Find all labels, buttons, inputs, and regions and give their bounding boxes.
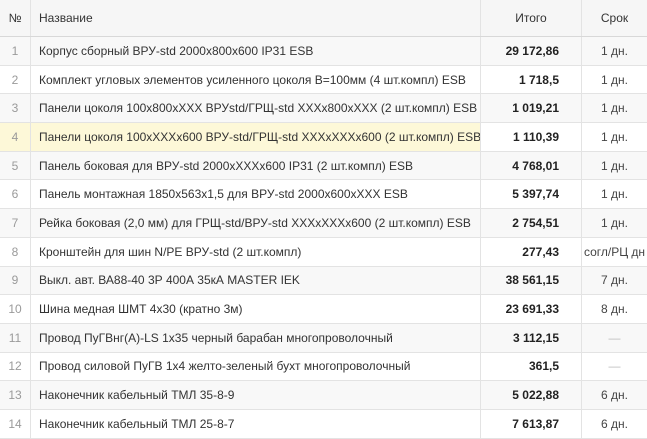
row-total: 277,43 bbox=[481, 237, 582, 266]
row-name: Панели цоколя 100х800хXXX ВРУstd/ГРЩ-std… bbox=[31, 94, 481, 123]
header-num[interactable]: № bbox=[0, 0, 31, 36]
table-row[interactable]: 13 Наконечник кабельный ТМЛ 35-8-9 5 022,8… bbox=[0, 381, 647, 410]
row-term: — bbox=[608, 359, 621, 374]
table-row[interactable]: 12 Провод силовой ПуГВ 1х4 желто-зеленый … bbox=[0, 352, 647, 382]
row-name: Комплект угловых элементов усиленного цо… bbox=[31, 65, 481, 94]
table-row[interactable]: 1 Корпус сборный ВРУ-std 2000х800х600 IP3… bbox=[0, 37, 647, 66]
row-name: Кронштейн для шин N/PE ВРУ-std (2 шт.ком… bbox=[31, 237, 481, 266]
row-term: согл/РЦ дн bbox=[583, 244, 646, 259]
row-name: Провод силовой ПуГВ 1х4 желто-зеленый бу… bbox=[31, 352, 481, 381]
table-row[interactable]: 4 Панели цоколя 100хXXXх600 ВРУ-std/ГРЩ-s… bbox=[0, 123, 647, 152]
row-total: 1 718,5 bbox=[481, 65, 582, 94]
table-row[interactable]: 7 Рейка боковая (2,0 мм) для ГРЩ-std/ВРУ-… bbox=[0, 209, 647, 238]
table-row[interactable]: 6 Панель монтажная 1850х563х1,5 для ВРУ-s… bbox=[0, 180, 647, 210]
row-number: 7 bbox=[0, 209, 31, 237]
row-total: 3 112,15 bbox=[481, 323, 582, 352]
row-term: 1 дн. bbox=[601, 43, 628, 58]
row-total: 1 110,39 bbox=[481, 123, 582, 151]
row-total: 29 172,86 bbox=[481, 37, 582, 65]
row-number: 9 bbox=[0, 266, 31, 295]
row-term: 1 дн. bbox=[601, 187, 628, 202]
row-number: 5 bbox=[0, 151, 31, 180]
row-number: 12 bbox=[0, 352, 31, 381]
row-total: 2 754,51 bbox=[481, 209, 582, 237]
row-name: Выкл. авт. ВА88-40 3Р 400А 35кА MASTER I… bbox=[31, 266, 481, 295]
row-term: 6 дн. bbox=[601, 388, 628, 403]
table-row[interactable]: 8 Кронштейн для шин N/PE ВРУ-std (2 шт.ко… bbox=[0, 237, 647, 267]
row-term: 7 дн. bbox=[601, 273, 628, 288]
row-term: 1 дн. bbox=[601, 158, 628, 173]
row-number: 11 bbox=[0, 323, 31, 352]
table-header: № Название Итого Срок bbox=[0, 0, 647, 37]
header-total[interactable]: Итого bbox=[481, 0, 582, 36]
row-number: 10 bbox=[0, 295, 31, 323]
row-term: 1 дн. bbox=[601, 72, 628, 87]
row-name: Провод ПуГВнг(А)-LS 1х35 черный барабан … bbox=[31, 323, 481, 352]
row-term: 6 дн. bbox=[601, 416, 628, 431]
row-name: Рейка боковая (2,0 мм) для ГРЩ-std/ВРУ-s… bbox=[31, 209, 481, 237]
row-total: 361,5 bbox=[481, 352, 582, 381]
row-number: 14 bbox=[0, 409, 31, 438]
row-name: Корпус сборный ВРУ-std 2000х800х600 IP31… bbox=[31, 37, 481, 65]
row-name: Панели цоколя 100хXXXх600 ВРУ-std/ГРЩ-st… bbox=[31, 123, 481, 151]
row-term: 1 дн. bbox=[601, 215, 628, 230]
row-name: Наконечник кабельный ТМЛ 35-8-9 bbox=[31, 381, 481, 409]
items-table: № Название Итого Срок 1 Корпус сборный ВР… bbox=[0, 0, 647, 439]
row-number: 8 bbox=[0, 237, 31, 266]
header-name[interactable]: Название bbox=[31, 0, 481, 36]
table-row[interactable]: 10 Шина медная ШМТ 4х30 (кратно 3м) 23 691… bbox=[0, 295, 647, 324]
row-term: 8 дн. bbox=[601, 302, 628, 317]
row-number: 13 bbox=[0, 381, 31, 409]
row-total: 5 397,74 bbox=[481, 180, 582, 209]
row-number: 1 bbox=[0, 37, 31, 65]
header-term[interactable]: Срок bbox=[582, 0, 647, 36]
row-name: Наконечник кабельный ТМЛ 25-8-7 bbox=[31, 409, 481, 438]
row-name: Шина медная ШМТ 4х30 (кратно 3м) bbox=[31, 295, 481, 323]
row-total: 23 691,33 bbox=[481, 295, 582, 323]
row-total: 1 019,21 bbox=[481, 94, 582, 123]
table-row[interactable]: 14 Наконечник кабельный ТМЛ 25-8-7 7 613,8… bbox=[0, 409, 647, 439]
row-term: 1 дн. bbox=[601, 101, 628, 116]
row-name: Панель боковая для ВРУ-std 2000хXXXх600 … bbox=[31, 151, 481, 180]
row-total: 38 561,15 bbox=[481, 266, 582, 295]
row-total: 5 022,88 bbox=[481, 381, 582, 409]
row-total: 7 613,87 bbox=[481, 409, 582, 438]
table-row[interactable]: 3 Панели цоколя 100х800хXXX ВРУstd/ГРЩ-st… bbox=[0, 94, 647, 124]
row-term: 1 дн. bbox=[601, 129, 628, 144]
row-term: — bbox=[608, 330, 621, 345]
row-total: 4 768,01 bbox=[481, 151, 582, 180]
table-row[interactable]: 11 Провод ПуГВнг(А)-LS 1х35 черный бараба… bbox=[0, 323, 647, 353]
table-row[interactable]: 9 Выкл. авт. ВА88-40 3Р 400А 35кА MASTER … bbox=[0, 266, 647, 296]
table-row[interactable]: 2 Комплект угловых элементов усиленного ц… bbox=[0, 65, 647, 95]
row-number: 3 bbox=[0, 94, 31, 123]
row-name: Панель монтажная 1850х563х1,5 для ВРУ-st… bbox=[31, 180, 481, 209]
row-number: 2 bbox=[0, 65, 31, 94]
row-number: 4 bbox=[0, 123, 31, 151]
row-number: 6 bbox=[0, 180, 31, 209]
table-row[interactable]: 5 Панель боковая для ВРУ-std 2000хXXXх600… bbox=[0, 151, 647, 181]
